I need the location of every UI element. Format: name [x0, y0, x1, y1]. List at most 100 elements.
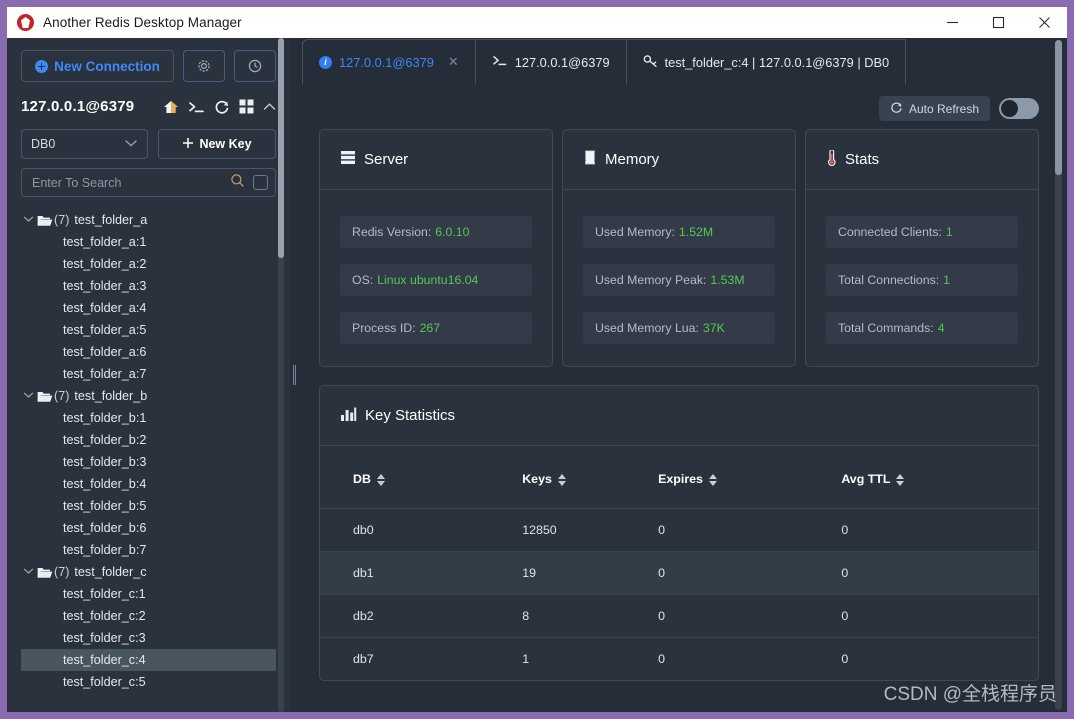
card-row-value: 1.52M [678, 225, 714, 239]
sort-icon[interactable] [376, 473, 385, 486]
memory-icon [583, 150, 597, 165]
db-select[interactable]: DB0 [21, 129, 148, 159]
key-statistics-title: Key Statistics [365, 407, 456, 424]
card-icon [583, 150, 597, 169]
auto-refresh-button[interactable]: Auto Refresh [878, 96, 990, 121]
tree-key-test_folder_a:4[interactable]: test_folder_a:4 [7, 297, 290, 319]
search-box[interactable] [21, 168, 276, 197]
search-input[interactable] [32, 175, 230, 190]
maximize-button[interactable] [975, 7, 1021, 38]
auto-refresh-row: Auto Refresh [313, 84, 1045, 129]
chevron-down-icon[interactable] [23, 391, 37, 402]
column-label: Avg TTL [841, 472, 891, 486]
table-row[interactable]: db2 8 0 0 [320, 594, 1038, 638]
folder-open-icon [37, 214, 54, 227]
home-icon[interactable] [163, 100, 179, 114]
content-scrollbar-thumb[interactable] [1055, 40, 1062, 175]
cell-keys: 8 [522, 594, 659, 638]
table-row[interactable]: db7 1 0 0 [320, 637, 1038, 680]
tree-key-test_folder_a:2[interactable]: test_folder_a:2 [7, 253, 290, 275]
chevron-down-icon[interactable] [23, 567, 37, 578]
cell-avg_ttl: 0 [841, 508, 1038, 552]
settings-button[interactable] [183, 50, 225, 82]
plus-circle-icon [35, 59, 49, 73]
card-row-key: Used Memory Lua: [595, 321, 699, 335]
tree-key-test_folder_a:7[interactable]: test_folder_a:7 [7, 363, 290, 385]
cell-avg_ttl: 0 [841, 551, 1038, 595]
minimize-button[interactable] [929, 7, 975, 38]
card-row: OS: Linux ubuntu16.04 [340, 264, 532, 296]
tree-folder-test_folder_a[interactable]: (7) test_folder_a [7, 209, 290, 231]
card-row: Connected Clients: 1 [826, 216, 1018, 248]
tab-2[interactable]: test_folder_c:4 | 127.0.0.1@6379 | DB0 [625, 39, 907, 84]
table-row[interactable]: db1 19 0 0 [320, 551, 1038, 595]
card-row: Used Memory Peak: 1.53M [583, 264, 775, 296]
search-exact-checkbox[interactable] [253, 175, 268, 190]
sidebar-splitter[interactable] [290, 38, 299, 712]
tab-bar: i 127.0.0.1@6379 ✕ 127.0.0.1@6379 test_folde… [299, 38, 1067, 84]
new-connection-button[interactable]: New Connection [21, 50, 174, 82]
tree-key-test_folder_a:1[interactable]: test_folder_a:1 [7, 231, 290, 253]
sort-icon[interactable] [896, 473, 905, 486]
search-icon[interactable] [230, 173, 245, 193]
column-header-avg-ttl[interactable]: Avg TTL [841, 446, 1038, 509]
tab-1[interactable]: 127.0.0.1@6379 [474, 39, 627, 84]
sort-icon[interactable] [557, 473, 566, 486]
tree-key-test_folder_a:3[interactable]: test_folder_a:3 [7, 275, 290, 297]
card-row: Total Commands: 4 [826, 312, 1018, 344]
close-button[interactable] [1021, 7, 1067, 38]
column-header-db[interactable]: DB [320, 446, 522, 509]
new-connection-label: New Connection [54, 58, 160, 74]
sort-icon[interactable] [708, 473, 717, 486]
terminal-icon [492, 54, 508, 70]
tree-key-label: test_folder_b:5 [63, 499, 147, 513]
tree-key-test_folder_b:5[interactable]: test_folder_b:5 [7, 495, 290, 517]
refresh-icon[interactable] [214, 99, 230, 115]
folder-count: (7) [54, 213, 70, 227]
sidebar-scrollbar-thumb[interactable] [278, 38, 284, 258]
table-row[interactable]: db0 12850 0 0 [320, 508, 1038, 552]
terminal-icon[interactable] [188, 100, 205, 114]
tree-key-test_folder_c:1[interactable]: test_folder_c:1 [7, 583, 290, 605]
tree-key-test_folder_b:3[interactable]: test_folder_b:3 [7, 451, 290, 473]
card-header: Server [320, 130, 552, 190]
tree-key-test_folder_a:6[interactable]: test_folder_a:6 [7, 341, 290, 363]
card-row-key: Redis Version: [352, 225, 432, 239]
tree-key-test_folder_a:5[interactable]: test_folder_a:5 [7, 319, 290, 341]
key-icon [643, 54, 658, 71]
tab-0[interactable]: i 127.0.0.1@6379 ✕ [302, 39, 476, 84]
column-header-keys[interactable]: Keys [522, 446, 658, 509]
tree-key-test_folder_b:2[interactable]: test_folder_b:2 [7, 429, 290, 451]
tree-key-test_folder_c:4[interactable]: test_folder_c:4 [21, 649, 276, 671]
chevron-down-icon [124, 137, 138, 151]
server-icon [341, 151, 355, 164]
new-key-button[interactable]: New Key [158, 129, 276, 159]
card-stats: Stats Connected Clients: 1 Total Connection… [805, 129, 1039, 367]
history-button[interactable] [234, 50, 276, 82]
chevron-down-icon[interactable] [23, 215, 37, 226]
tab-close-icon[interactable]: ✕ [448, 54, 459, 70]
card-row-value: 1 [945, 225, 953, 239]
tree-key-test_folder_c:5[interactable]: test_folder_c:5 [7, 671, 290, 693]
sidebar-scrollbar-track[interactable] [278, 38, 284, 712]
card-header: Memory [563, 130, 795, 190]
auto-refresh-toggle[interactable] [999, 98, 1039, 119]
connection-header: 127.0.0.1@6379 [7, 82, 290, 119]
tree-folder-test_folder_b[interactable]: (7) test_folder_b [7, 385, 290, 407]
content-scrollbar-track[interactable] [1055, 40, 1062, 710]
tree-key-test_folder_c:2[interactable]: test_folder_c:2 [7, 605, 290, 627]
tree-key-test_folder_b:7[interactable]: test_folder_b:7 [7, 539, 290, 561]
tree-key-test_folder_b:1[interactable]: test_folder_b:1 [7, 407, 290, 429]
chevron-up-icon[interactable] [263, 102, 276, 112]
tree-folder-test_folder_c[interactable]: (7) test_folder_c [7, 561, 290, 583]
column-header-expires[interactable]: Expires [658, 446, 841, 509]
card-icon [340, 150, 356, 169]
tree-key-test_folder_b:4[interactable]: test_folder_b:4 [7, 473, 290, 495]
info-icon: i [319, 55, 332, 69]
grid-icon[interactable] [239, 99, 254, 114]
key-tree[interactable]: (7) test_folder_a test_folder_a:1 test_fold… [7, 209, 290, 712]
card-title: Stats [845, 151, 880, 168]
tree-key-test_folder_c:3[interactable]: test_folder_c:3 [7, 627, 290, 649]
tree-key-test_folder_b:6[interactable]: test_folder_b:6 [7, 517, 290, 539]
main-shell: New Connection 127.0.0.1@6379 DB0 New Ke… [7, 38, 1067, 712]
